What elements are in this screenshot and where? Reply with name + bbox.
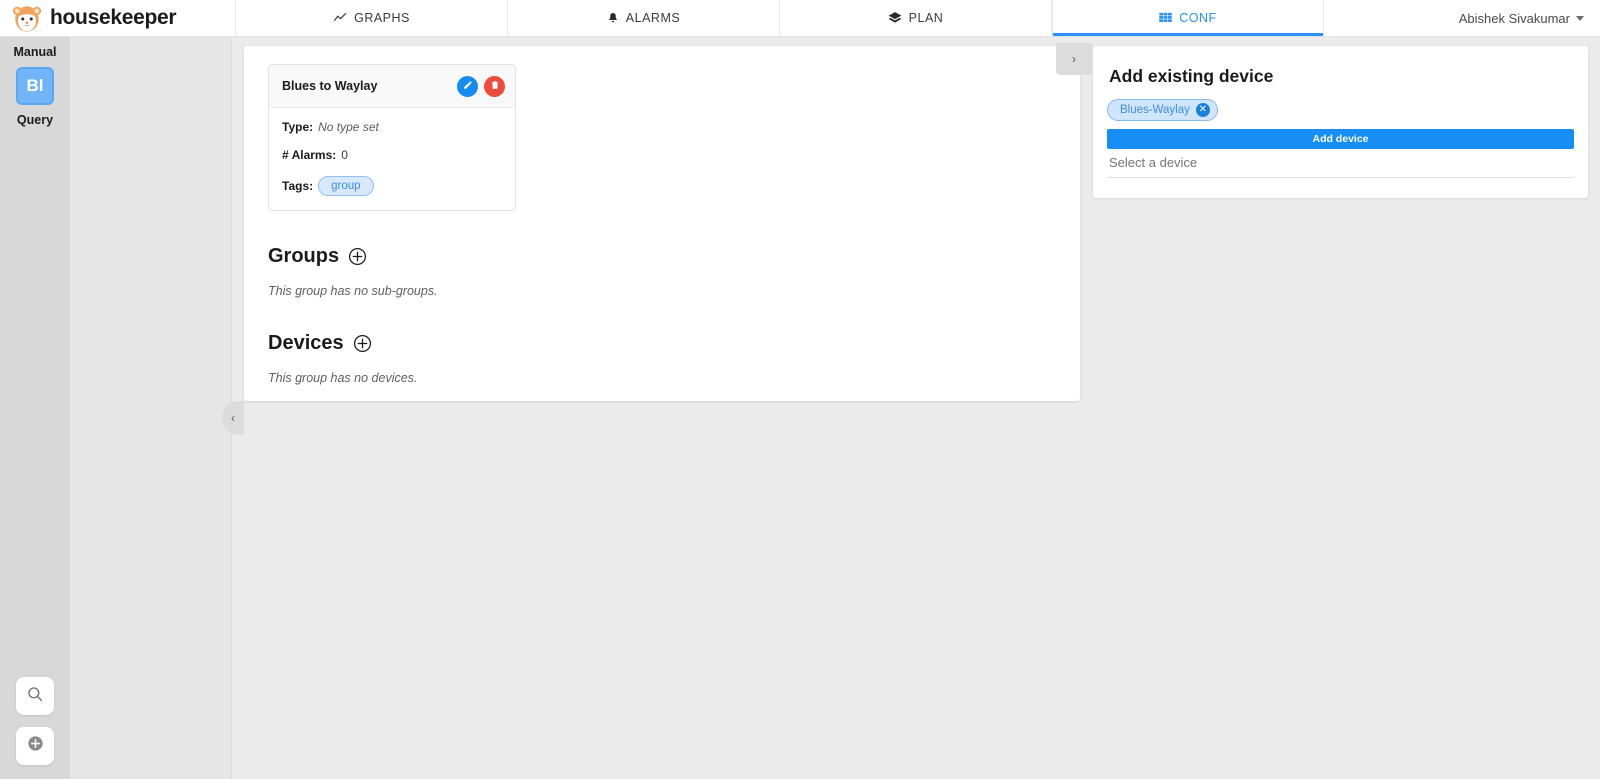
sidebar-add-button[interactable]	[16, 727, 54, 765]
top-navigation-bar: housekeeper GRAPHS ALARMS PLAN CONF Abis…	[0, 0, 1600, 37]
user-name: Abishek Sivakumar	[1458, 11, 1570, 26]
sidebar-tile-bl[interactable]: Bl	[16, 67, 54, 105]
right-panel-toggle-handle[interactable]: ›	[1056, 43, 1092, 75]
devices-section-title: Devices	[268, 332, 344, 354]
group-alarms-value: 0	[341, 148, 348, 162]
brand-name: housekeeper	[50, 6, 177, 29]
group-summary-body: Type: No type set # Alarms: 0 Tags: grou…	[269, 108, 515, 210]
plus-circle-icon	[26, 734, 45, 758]
add-device-panel-title: Add existing device	[1109, 66, 1274, 86]
grid-icon	[1159, 12, 1173, 25]
tab-conf[interactable]: CONF	[1052, 0, 1324, 36]
trash-icon	[490, 77, 500, 95]
group-tags-row: Tags: group	[282, 176, 502, 196]
groups-section-header: Groups	[268, 245, 1056, 268]
user-menu[interactable]: Abishek Sivakumar	[1459, 0, 1584, 37]
group-card-actions	[457, 75, 505, 97]
group-type-value: No type set	[318, 120, 379, 134]
group-summary-header: Blues to Waylay	[269, 65, 515, 108]
tab-plan[interactable]: PLAN	[780, 0, 1052, 36]
group-type-label: Type:	[282, 120, 314, 134]
select-device-input[interactable]	[1107, 149, 1574, 178]
pencil-icon	[463, 77, 473, 95]
group-alarms-row: # Alarms: 0	[282, 148, 502, 162]
selected-device-chip[interactable]: Blues-Waylay ✕	[1107, 99, 1218, 121]
add-group-button[interactable]	[348, 247, 367, 266]
app-root: housekeeper GRAPHS ALARMS PLAN CONF Abis…	[0, 0, 1600, 779]
tab-alarms[interactable]: ALARMS	[508, 0, 780, 36]
group-summary-card: Blues to Waylay Type: No type set # Alar…	[268, 64, 516, 211]
edit-group-button[interactable]	[457, 75, 478, 97]
close-circle-icon[interactable]: ✕	[1195, 103, 1210, 117]
tab-plan-label: PLAN	[908, 11, 944, 25]
sidebar-search-button[interactable]	[16, 677, 54, 715]
hamster-mascot-logo-icon	[12, 3, 42, 33]
groups-section-title: Groups	[268, 245, 340, 267]
selected-device-label: Blues-Waylay	[1120, 104, 1190, 116]
layers-icon	[888, 11, 902, 25]
search-icon	[26, 685, 44, 708]
sidebar-bottom-actions	[0, 677, 70, 765]
main-content-area: › ‹ Blues to Waylay Type: No type set # …	[222, 37, 1600, 779]
chevron-down-icon	[1576, 16, 1584, 21]
tab-graphs-label: GRAPHS	[354, 11, 410, 25]
tab-alarms-label: ALARMS	[625, 11, 681, 25]
line-chart-icon	[333, 11, 347, 25]
main-tabs: GRAPHS ALARMS PLAN CONF	[236, 0, 1324, 36]
bell-icon	[607, 11, 619, 25]
left-sidebar: Manual Bl Query	[0, 37, 70, 779]
tab-conf-label: CONF	[1179, 11, 1217, 25]
group-type-row: Type: No type set	[282, 120, 502, 134]
brand-area[interactable]: housekeeper	[0, 0, 236, 36]
sidebar-query-label: Query	[16, 113, 54, 127]
delete-group-button[interactable]	[484, 75, 505, 97]
devices-section-header: Devices	[268, 332, 1056, 355]
tab-graphs[interactable]: GRAPHS	[236, 0, 508, 36]
add-device-button[interactable]: Add device	[1107, 129, 1574, 149]
groups-empty-text: This group has no sub-groups.	[268, 284, 438, 298]
tag-chip[interactable]: group	[318, 176, 374, 196]
group-tags-label: Tags:	[282, 179, 314, 193]
group-title: Blues to Waylay	[282, 79, 378, 93]
group-alarms-label: # Alarms:	[282, 148, 337, 162]
group-detail-card: ‹ Blues to Waylay Type: No type set # Al…	[222, 46, 1080, 435]
devices-empty-text: This group has no devices.	[268, 371, 418, 385]
secondary-rail	[70, 37, 232, 779]
add-device-section-button[interactable]	[353, 334, 372, 353]
add-existing-device-panel: Add existing device Blues-Waylay ✕ Add d…	[1093, 46, 1588, 198]
sidebar-manual-label: Manual	[13, 45, 57, 59]
